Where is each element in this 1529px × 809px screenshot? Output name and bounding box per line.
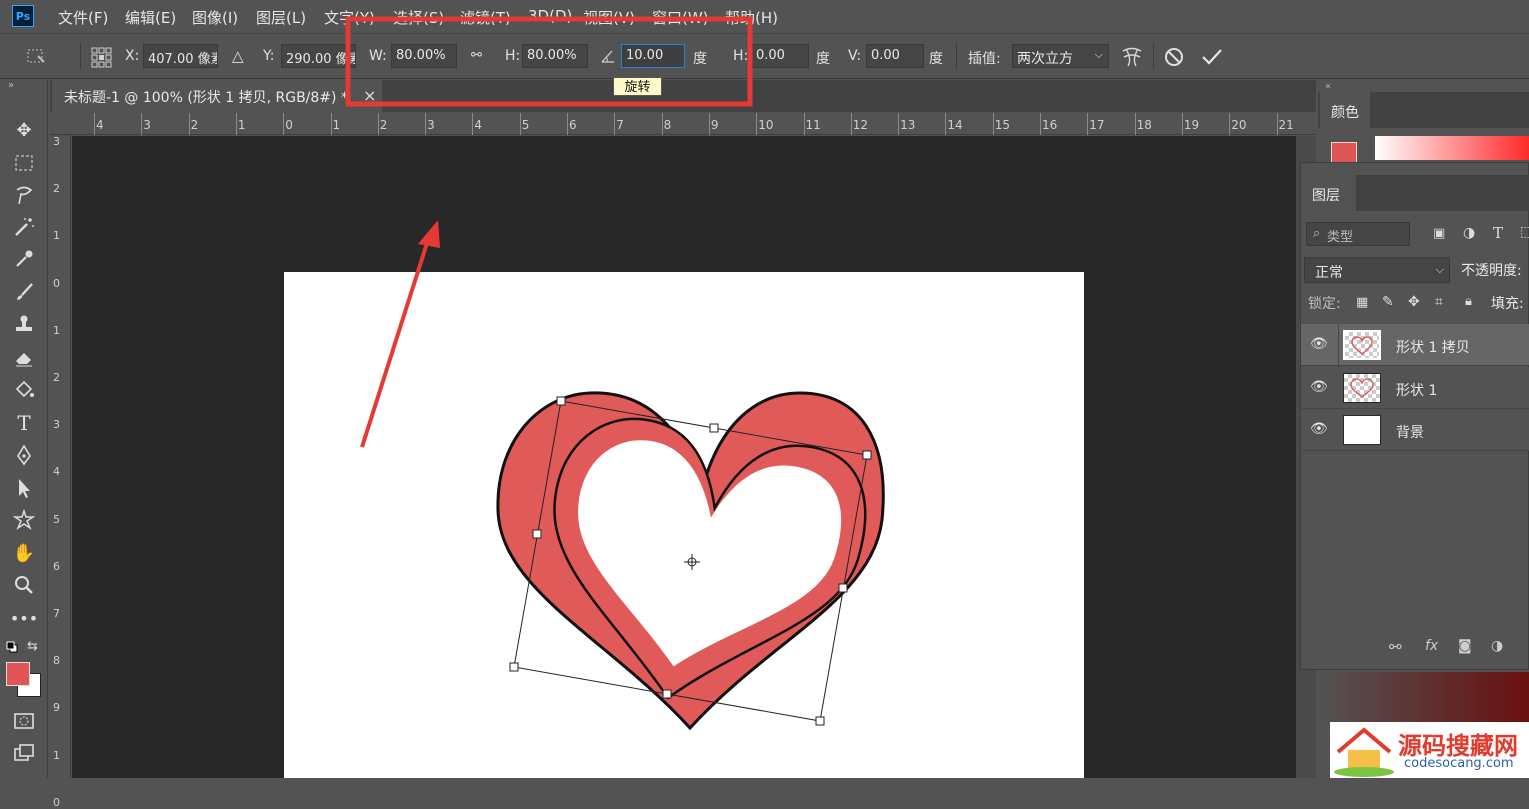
layers-tab-label: 图层 bbox=[1312, 188, 1340, 204]
opacity-label: 不透明度: bbox=[1461, 263, 1522, 279]
layer-thumbnail bbox=[1343, 415, 1381, 445]
transform-handle bbox=[862, 450, 872, 460]
color-tab-label: 颜色 bbox=[1331, 105, 1359, 121]
lock-artboard-icon[interactable]: ⌗ bbox=[1435, 294, 1443, 310]
transform-handle bbox=[815, 716, 825, 726]
lock-pixels-icon[interactable]: ✎ bbox=[1382, 294, 1394, 310]
rotate-tooltip: 旋转 bbox=[613, 77, 662, 96]
link-layers-icon[interactable]: ⚯ bbox=[1389, 638, 1402, 656]
layer-name: 背景 bbox=[1396, 425, 1424, 441]
visibility-eye-icon[interactable]: 👁︎ bbox=[1310, 379, 1328, 395]
layer-name: 形状 1 bbox=[1396, 383, 1438, 399]
watermark-logo: 源码搜藏网 codesocang.com bbox=[1330, 722, 1529, 778]
layer-thumbnail bbox=[1343, 330, 1381, 360]
annotation-arrow bbox=[360, 220, 440, 448]
lock-all-icon[interactable]: 🔒︎ bbox=[1465, 294, 1472, 309]
search-icon: ⌕ bbox=[1313, 226, 1321, 241]
annotation-highlight-box bbox=[345, 16, 753, 107]
color-spectrum[interactable] bbox=[1375, 136, 1529, 160]
layer-filter-label: 类型 bbox=[1327, 230, 1354, 245]
color-panel-foreground-swatch[interactable] bbox=[1331, 142, 1357, 164]
layer-thumbnail bbox=[1343, 373, 1381, 403]
lock-label: 锁定: bbox=[1308, 296, 1341, 312]
add-mask-icon[interactable]: ◙ bbox=[1458, 638, 1472, 654]
blend-mode-value: 正常 bbox=[1315, 265, 1343, 281]
watermark-url: codesocang.com bbox=[1404, 756, 1514, 771]
pixel-filter-icon[interactable]: ▣ bbox=[1433, 226, 1445, 241]
layer-name: 形状 1 拷贝 bbox=[1396, 340, 1470, 356]
lock-transparent-icon[interactable]: ▦ bbox=[1356, 295, 1368, 310]
collapse-panels-icon[interactable]: « bbox=[1325, 81, 1331, 92]
chevron-down-icon: ⌵ bbox=[1435, 263, 1444, 276]
transform-handle bbox=[509, 662, 519, 672]
layer-filter-select[interactable]: ⌕ 类型 bbox=[1306, 222, 1410, 246]
transform-handle bbox=[556, 396, 566, 406]
transform-handle bbox=[532, 529, 542, 539]
visibility-eye-icon[interactable]: 👁︎ bbox=[1310, 421, 1328, 437]
transform-handle bbox=[709, 423, 719, 433]
ruler-tick-label: 0 bbox=[53, 795, 60, 809]
fx-icon[interactable]: fx bbox=[1425, 638, 1438, 654]
fill-label: 填充: bbox=[1491, 296, 1524, 312]
transform-handle bbox=[662, 689, 672, 699]
shape-filter-icon[interactable]: ⬚ bbox=[1520, 224, 1529, 240]
adjustment-filter-icon[interactable]: ◑ bbox=[1463, 225, 1475, 241]
visibility-eye-icon[interactable]: 👁︎ bbox=[1310, 336, 1328, 352]
new-adjustment-icon[interactable]: ◑ bbox=[1491, 638, 1503, 654]
transform-handle bbox=[838, 583, 848, 593]
blend-mode-select[interactable]: 正常 ⌵ bbox=[1304, 257, 1450, 283]
type-filter-icon[interactable]: T bbox=[1493, 224, 1503, 242]
color-swatch-strip bbox=[1318, 672, 1529, 722]
lock-position-icon[interactable]: ✥ bbox=[1408, 294, 1420, 310]
house-logo-icon bbox=[1334, 727, 1394, 777]
